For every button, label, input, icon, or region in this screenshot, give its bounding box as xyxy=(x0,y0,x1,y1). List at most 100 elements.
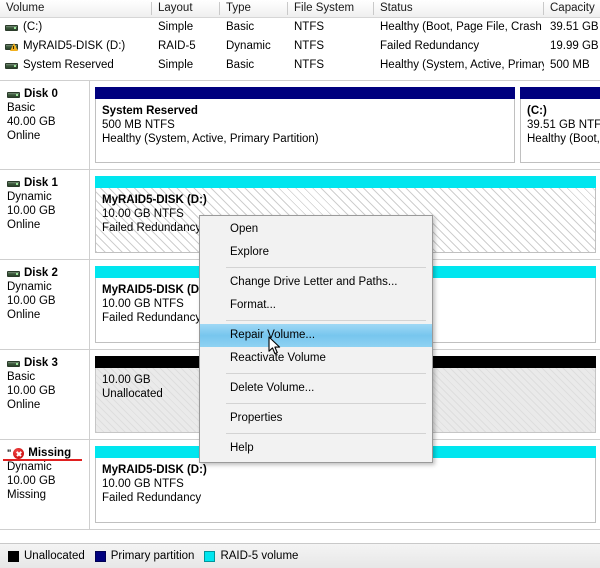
legend-swatch xyxy=(204,550,216,562)
volume-cell-status: Failed Redundancy xyxy=(380,40,480,52)
drive-body xyxy=(5,25,18,31)
menu-item-open[interactable]: Open xyxy=(200,218,432,241)
partition-size: 10.00 GB NTFS xyxy=(102,478,184,490)
menu-item-help[interactable]: Help xyxy=(200,437,432,460)
volume-row[interactable]: System Reserved Simple Basic NTFS Healthy (S… xyxy=(0,56,600,75)
partition-details: (C:) 39.51 GB NTFS Healthy (Boot, Pa xyxy=(520,99,600,163)
partition-status: Failed Redundancy xyxy=(102,492,202,504)
menu-item-reactivate-volume[interactable]: Reactivate Volume xyxy=(200,347,432,370)
disk-icon xyxy=(7,90,20,99)
disk-panel-0[interactable]: Disk 0 Basic 40.00 GB Online System Reserved… xyxy=(0,80,600,170)
disk-state-label: Online xyxy=(7,309,41,321)
column-header-type[interactable]: Type xyxy=(220,0,288,17)
volume-name-label: MyRAID5-DISK (D:) xyxy=(23,40,126,52)
volume-cell-capacity: 500 MB xyxy=(550,59,590,71)
missing-underline-annotation xyxy=(3,459,82,461)
disk-icon xyxy=(7,179,20,188)
partition[interactable]: System Reserved 500 MB NTFS Healthy (Syste… xyxy=(95,87,515,163)
disk-icon-body xyxy=(7,180,20,187)
disk-type-label: Basic xyxy=(7,371,36,383)
volume-cell-capacity: 39.51 GB xyxy=(550,21,599,33)
menu-separator xyxy=(226,320,426,321)
volume-row[interactable]: MyRAID5-DISK (D:) RAID-5 Dynamic NTFS Failed… xyxy=(0,37,600,56)
disk-size-label: 10.00 GB xyxy=(7,385,56,397)
volume-cell-capacity: 19.99 GB xyxy=(550,40,599,52)
disk-name-label: Missing xyxy=(28,447,72,459)
drive-icon xyxy=(5,23,18,32)
disk-icon-body xyxy=(7,91,20,98)
menu-separator xyxy=(226,267,426,268)
partition-status: Healthy (System, Active, Primary Partiti… xyxy=(102,133,319,145)
disk-type-label: Basic xyxy=(7,102,36,114)
volume-cell-layout: Simple xyxy=(158,59,194,71)
volume-row[interactable]: (C:) Simple Basic NTFS Healthy (Boot, Page F… xyxy=(0,18,600,37)
volume-cell-name: (C:) xyxy=(0,18,152,37)
partition-details: System Reserved 500 MB NTFS Healthy (Syste… xyxy=(95,99,515,163)
disk-icon xyxy=(7,359,20,368)
volume-cell-type: Basic xyxy=(226,21,255,33)
legend-label: RAID-5 volume xyxy=(220,550,299,562)
disk-icon-led xyxy=(16,182,18,185)
volume-context-menu[interactable]: Open Explore Change Drive Letter and Paths… xyxy=(199,215,433,463)
column-header-capacity[interactable]: Capacity xyxy=(544,0,600,17)
partition-name: MyRAID5-DISK (D:) xyxy=(102,464,207,476)
drive-body xyxy=(5,63,18,69)
partition-color-bar xyxy=(95,176,596,188)
volume-cell-filesystem: NTFS xyxy=(294,40,325,52)
drive-led xyxy=(14,65,16,67)
volume-cell-type: Dynamic xyxy=(226,40,271,52)
column-header-fs[interactable]: File System xyxy=(288,0,374,17)
volume-cell-layout: RAID-5 xyxy=(158,40,196,52)
disk-state-label: Online xyxy=(7,130,41,142)
disk-icon-led xyxy=(16,272,18,275)
disk-state-label: Online xyxy=(7,219,41,231)
legend-label: Unallocated xyxy=(24,550,85,562)
disk-state-label: Missing xyxy=(7,489,46,501)
legend-bar: Unallocated Primary partition RAID-5 volum… xyxy=(0,543,600,568)
volume-cell-type: Basic xyxy=(226,59,255,71)
menu-item-repair-volume[interactable]: Repair Volume... xyxy=(200,324,432,347)
disk-size-label: 10.00 GB xyxy=(7,475,56,487)
disk-info-1[interactable]: Disk 1 Dynamic 10.00 GB Online xyxy=(0,170,90,259)
column-header-volume[interactable]: Volume xyxy=(0,0,152,17)
menu-item-explore[interactable]: Explore xyxy=(200,241,432,264)
legend-item: Unallocated xyxy=(8,550,85,562)
partition-color-bar xyxy=(520,87,600,99)
disk-icon-led xyxy=(16,362,18,365)
menu-separator xyxy=(226,403,426,404)
legend-label: Primary partition xyxy=(110,550,195,562)
partition-name: MyRAID5-DISK (D:) xyxy=(102,194,207,206)
disk-info-3[interactable]: Disk 3 Basic 10.00 GB Online xyxy=(0,350,90,439)
volume-cell-status: Healthy (System, Active, Primary Par... xyxy=(380,59,544,71)
volume-name-label: (C:) xyxy=(23,21,43,33)
disk-info-2[interactable]: Disk 2 Dynamic 10.00 GB Online xyxy=(0,260,90,349)
disk-title: Disk 0 xyxy=(7,88,89,100)
disk-state-label: Online xyxy=(7,399,41,411)
column-header-layout[interactable]: Layout xyxy=(152,0,220,17)
menu-item-format[interactable]: Format... xyxy=(200,294,432,317)
disk-info-4[interactable]: " Missing Dynamic 10.00 GB Missing xyxy=(0,440,90,529)
error-icon xyxy=(13,447,25,459)
disk-type-label: Dynamic xyxy=(7,281,52,293)
partition-status: Healthy (Boot, Pa xyxy=(527,133,600,145)
disk-info-0[interactable]: Disk 0 Basic 40.00 GB Online xyxy=(0,81,90,169)
volume-list-header: Volume Layout Type File System Status Capacit… xyxy=(0,0,600,18)
warning-icon xyxy=(10,43,18,51)
partition-name: System Reserved xyxy=(102,105,198,117)
menu-item-properties[interactable]: Properties xyxy=(200,407,432,430)
partition[interactable]: (C:) 39.51 GB NTFS Healthy (Boot, Pa xyxy=(520,87,600,163)
volume-cell-status: Healthy (Boot, Page File, Crash Dum... xyxy=(380,21,544,33)
volume-list-rows: (C:) Simple Basic NTFS Healthy (Boot, Page F… xyxy=(0,18,600,75)
volume-cell-name: MyRAID5-DISK (D:) xyxy=(0,37,152,56)
menu-item-change-drive-letter-and-paths[interactable]: Change Drive Letter and Paths... xyxy=(200,271,432,294)
volume-cell-name: System Reserved xyxy=(0,56,152,75)
disk-size-label: 10.00 GB xyxy=(7,205,56,217)
column-header-status[interactable]: Status xyxy=(374,0,544,17)
partition-color-bar xyxy=(95,87,515,99)
legend-swatch xyxy=(8,550,19,562)
disk-title: Disk 2 xyxy=(7,267,89,279)
legend-item: RAID-5 volume xyxy=(204,550,298,562)
quote-glyph: " xyxy=(7,447,12,458)
disk-icon-body xyxy=(7,360,20,367)
menu-item-delete-volume[interactable]: Delete Volume... xyxy=(200,377,432,400)
